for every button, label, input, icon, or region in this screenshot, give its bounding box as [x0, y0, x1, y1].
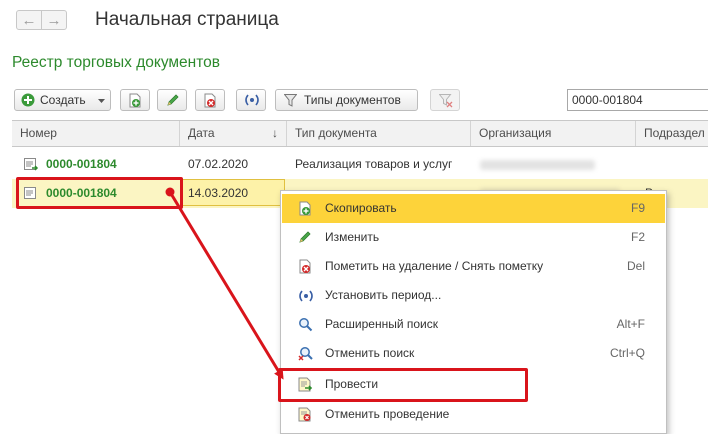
annotation-arrow-start-dot [165, 187, 175, 197]
annotation-arrow [168, 191, 284, 380]
annotation-arrow-layer [165, 187, 284, 380]
